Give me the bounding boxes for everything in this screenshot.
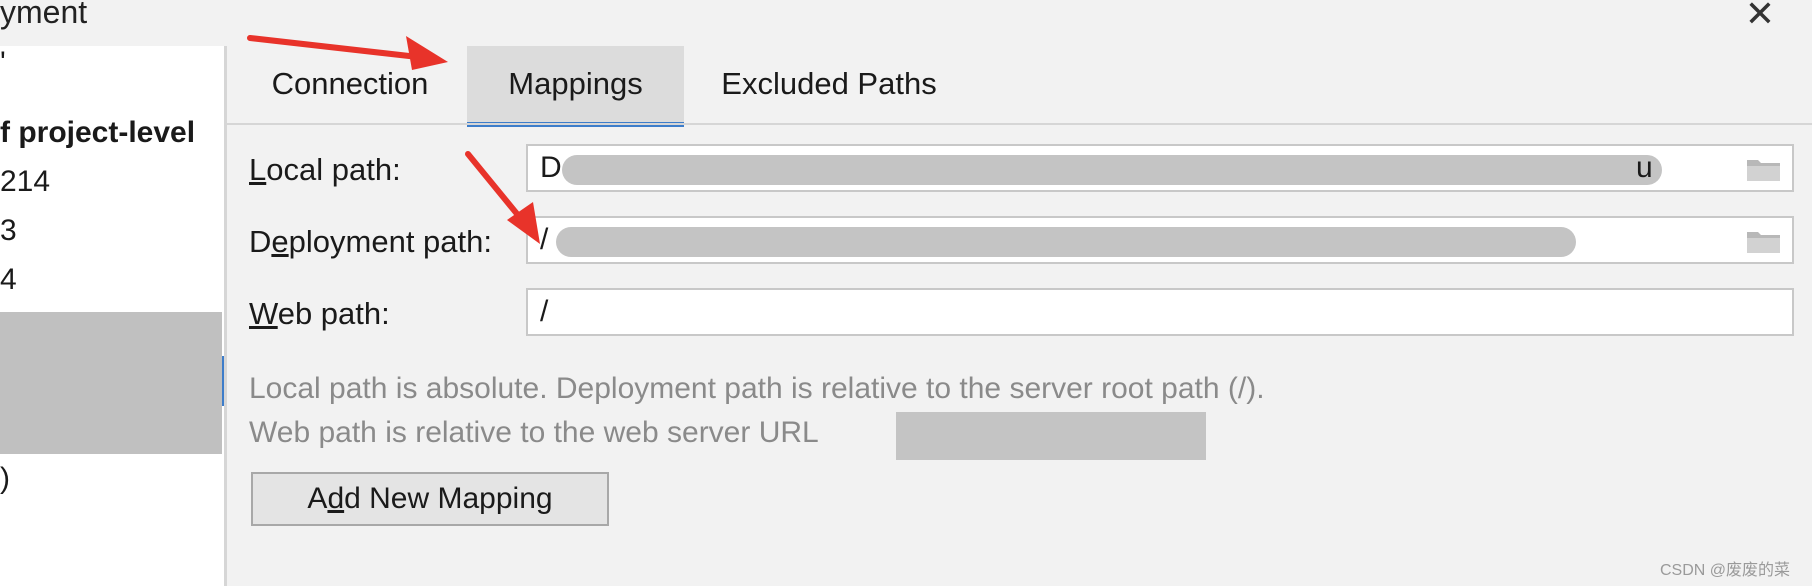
local-path-field[interactable]: D u (526, 144, 1794, 192)
add-new-mapping-mnemonic: d (327, 482, 345, 515)
sidebar-divider (224, 46, 227, 586)
web-path-label-rest: eb path: (277, 296, 390, 331)
deployment-path-redaction (556, 227, 1576, 257)
help-text-web: Web path is relative to the web server U… (249, 416, 819, 449)
local-path-value-end: u (1636, 151, 1653, 184)
help-text-local: Local path is absolute. Deployment path … (249, 372, 1265, 405)
web-url-redaction (896, 412, 1206, 460)
server-list-item[interactable]: 214 (0, 165, 50, 199)
local-path-label-rest: ocal path: (266, 152, 401, 187)
folder-icon[interactable] (1746, 228, 1782, 254)
close-icon[interactable]: ✕ (1740, 0, 1780, 32)
server-list-item[interactable]: 3 (0, 214, 17, 248)
window-title: yment (0, 0, 88, 30)
tab-connection[interactable]: Connection (232, 46, 468, 122)
folder-icon[interactable] (1746, 156, 1782, 182)
tab-excluded-paths[interactable]: Excluded Paths (684, 46, 974, 122)
add-new-mapping-button[interactable]: Add New Mapping (251, 472, 609, 526)
local-path-label: Local path: (249, 152, 401, 188)
local-path-value-start: D (540, 151, 562, 184)
web-path-field[interactable]: / (526, 288, 1794, 336)
tab-mappings[interactable]: Mappings (467, 46, 684, 127)
tabs-divider (227, 123, 1812, 125)
local-path-label-mnemonic: L (249, 152, 267, 187)
web-path-label-mnemonic: W (249, 296, 278, 331)
add-new-mapping-rest: d New Mapping (344, 482, 553, 515)
local-path-redaction (562, 155, 1662, 185)
deployment-path-label-mnemonic: e (271, 224, 289, 259)
server-list-item[interactable]: 4 (0, 263, 17, 297)
watermark: CSDN @废废的菜 (1660, 562, 1791, 579)
deployment-path-field[interactable]: / (526, 216, 1794, 264)
deployment-path-label-prefix: D (249, 224, 272, 259)
server-list-item[interactable]: ) (0, 462, 10, 496)
web-path-label: Web path: (249, 296, 390, 332)
server-list-selected-item[interactable] (0, 312, 222, 454)
add-new-mapping-prefix: A (307, 482, 328, 515)
server-list-item[interactable]: f project-level (0, 116, 195, 150)
deployment-path-label-rest: ployment path: (288, 224, 492, 259)
server-list-item[interactable]: ' (0, 46, 6, 80)
deployment-dialog: yment ✕ ' f project-level 214 3 4 ) Conn… (0, 0, 1812, 586)
deployment-path-label: Deployment path: (249, 224, 492, 260)
deployment-path-value-start: / (540, 223, 549, 256)
